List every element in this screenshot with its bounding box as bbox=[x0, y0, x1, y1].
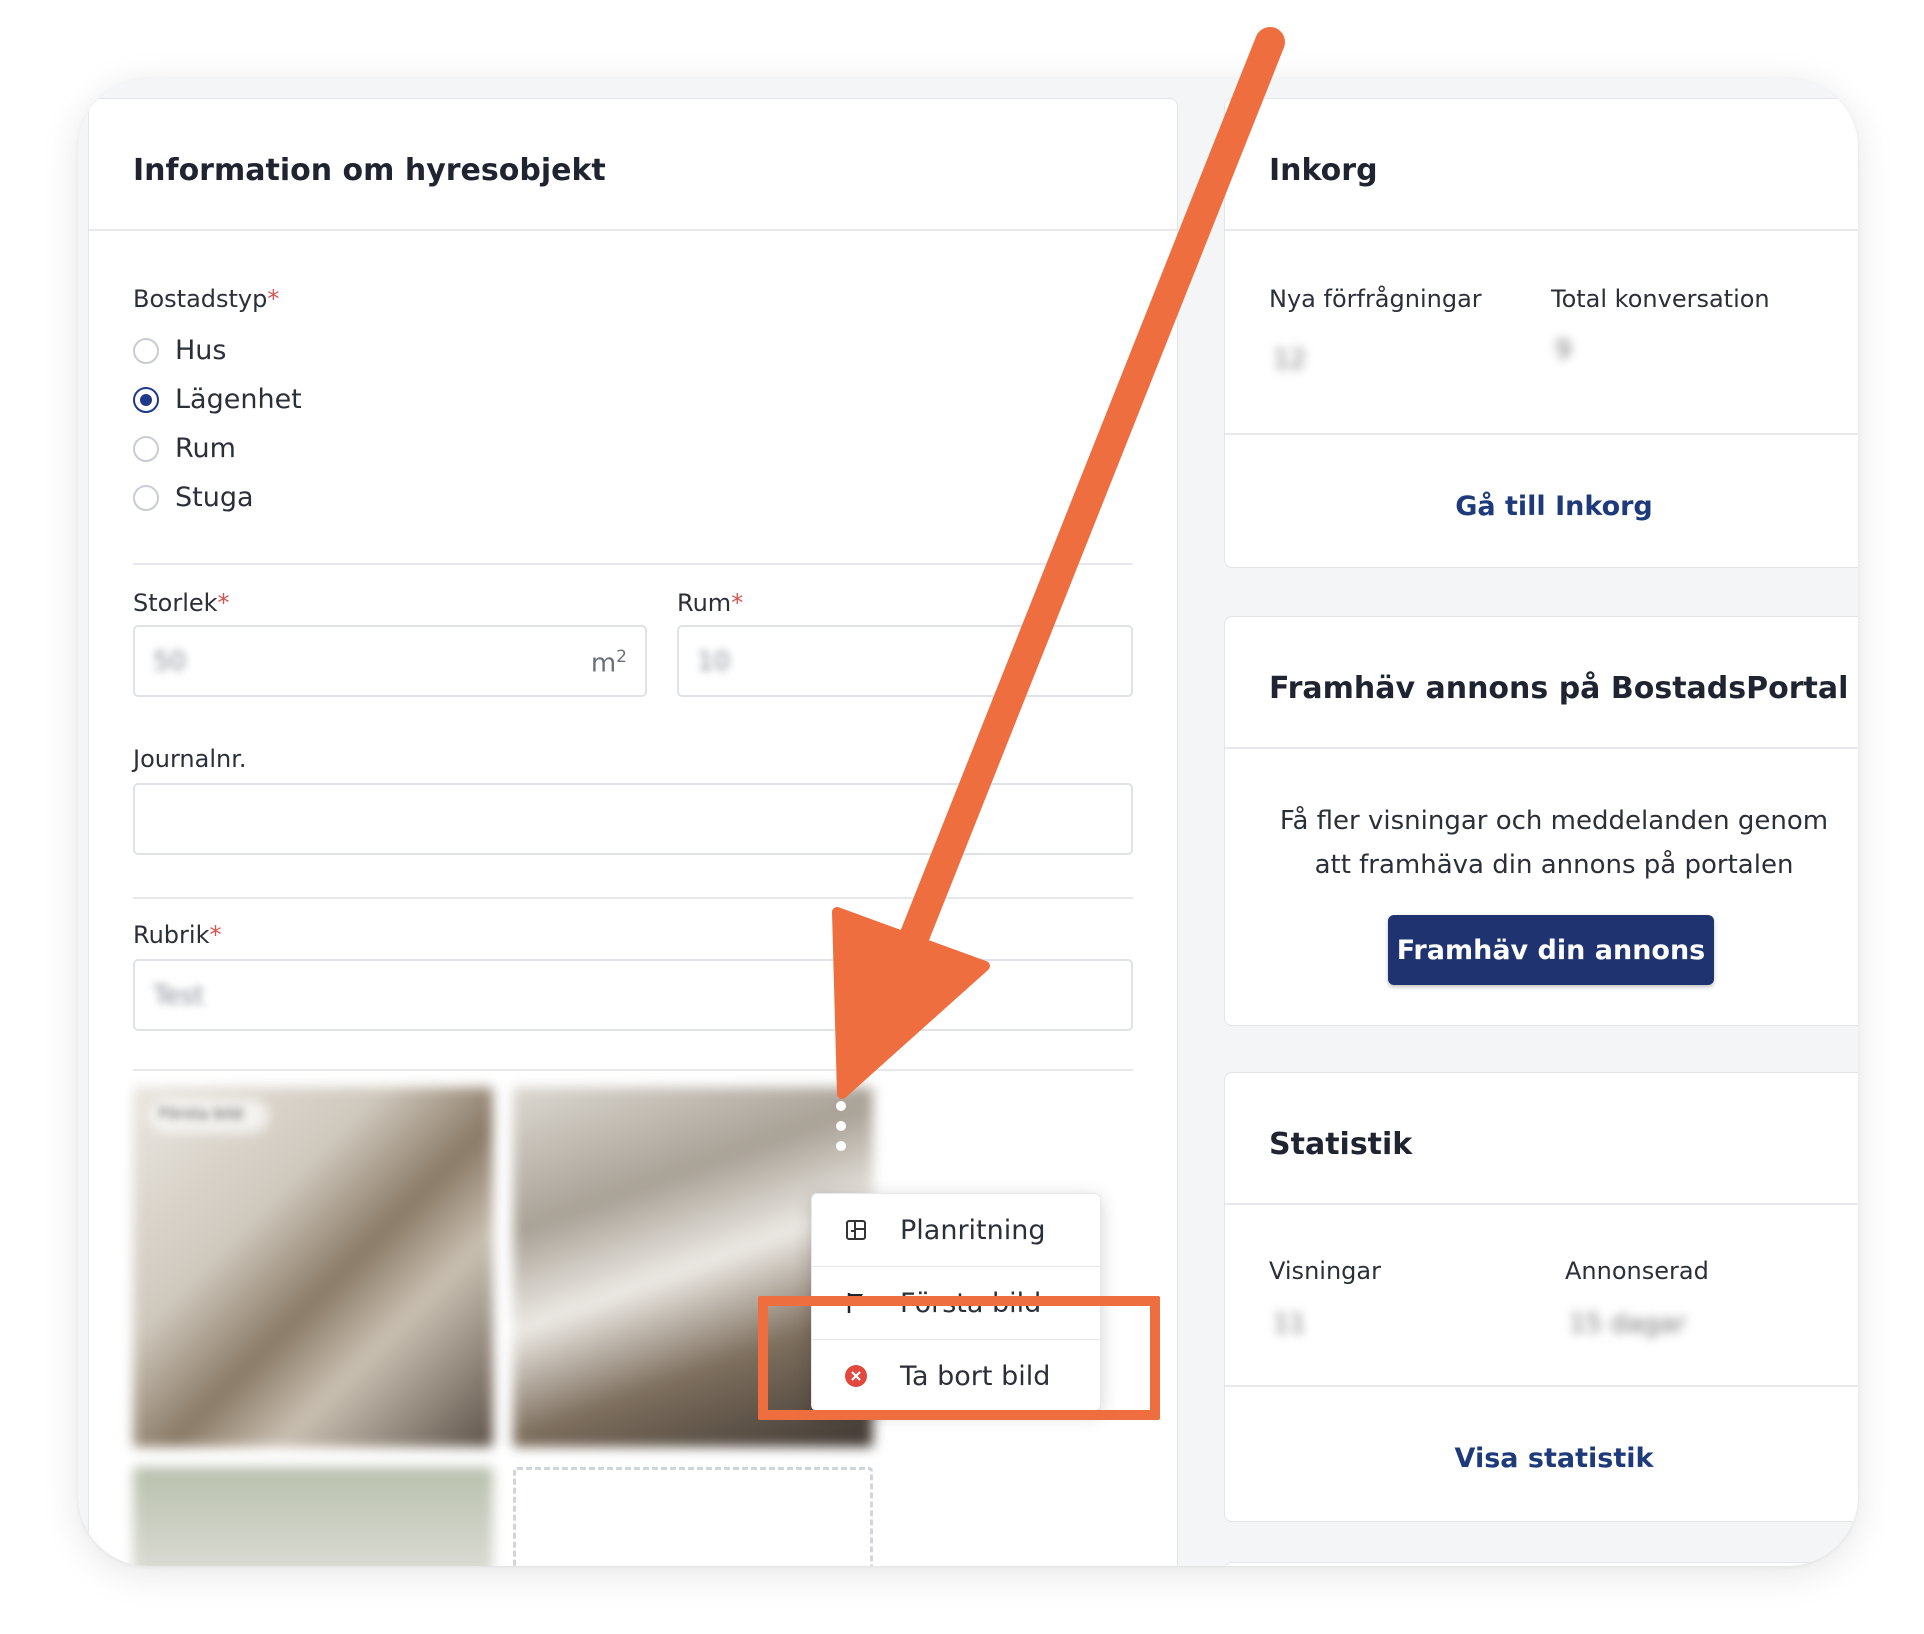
annotation-arrow bbox=[832, 27, 1285, 1099]
